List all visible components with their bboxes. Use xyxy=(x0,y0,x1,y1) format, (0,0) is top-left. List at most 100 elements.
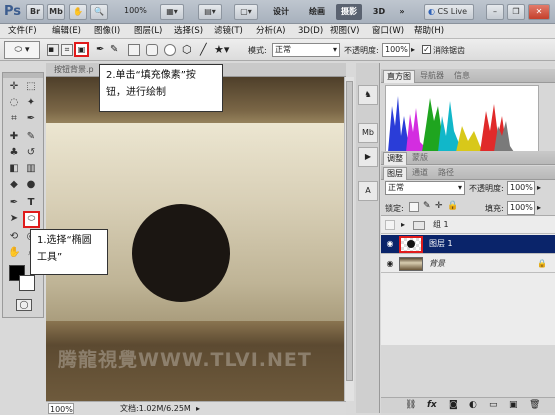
pen-icon[interactable]: ✒ xyxy=(96,44,104,55)
custom-shape-icon[interactable]: ★▾ xyxy=(214,43,229,56)
menu-filter[interactable]: 滤镜(T) xyxy=(214,25,243,38)
menu-image[interactable]: 图像(I) xyxy=(94,25,120,38)
eyedropper-icon[interactable]: ✒ xyxy=(25,113,37,125)
lock-move-icon[interactable]: ✛ xyxy=(435,201,443,211)
mini-bridge-icon[interactable]: Mb xyxy=(358,123,378,143)
menu-window[interactable]: 窗口(W) xyxy=(372,25,404,38)
workspace-more[interactable]: » xyxy=(396,4,408,20)
opacity-input[interactable]: 100% xyxy=(382,43,410,57)
bridge-button[interactable]: Br xyxy=(26,4,44,20)
menu-3d[interactable]: 3D(D) xyxy=(298,25,323,38)
history-brush-icon[interactable]: ↺ xyxy=(25,147,37,159)
blur-tool-icon[interactable]: ◆ xyxy=(8,179,20,191)
new-group-icon[interactable]: ▭ xyxy=(489,398,498,412)
clone-stamp-icon[interactable]: ♣ xyxy=(8,147,20,159)
new-layer-icon[interactable]: ▣ xyxy=(509,398,518,412)
eraser-icon[interactable]: ◧ xyxy=(8,163,20,175)
tab-adjustments[interactable]: 调整 xyxy=(383,152,407,165)
lasso-tool-icon[interactable]: ◌ xyxy=(8,97,20,109)
minimize-button[interactable]: – xyxy=(486,4,504,20)
fill-input[interactable]: 100% xyxy=(507,201,535,215)
eye-icon[interactable]: ◉ xyxy=(385,239,395,249)
ellipse-icon[interactable] xyxy=(164,44,176,56)
ellipse-tool-icon[interactable]: ⬭ xyxy=(23,211,40,228)
view-extras-button[interactable]: ▦▾ xyxy=(160,4,184,20)
menu-edit[interactable]: 编辑(E) xyxy=(52,25,81,38)
brush-tool-icon[interactable]: ✎ xyxy=(25,131,37,143)
layer-opacity-input[interactable]: 100% xyxy=(507,181,535,195)
workspace-design[interactable]: 设计 xyxy=(268,4,294,20)
healing-brush-icon[interactable]: ✚ xyxy=(8,131,20,143)
3d-rotate-icon[interactable]: ⟲ xyxy=(8,231,20,243)
zoom-icon[interactable]: 🔍 xyxy=(90,4,108,20)
menu-help[interactable]: 帮助(H) xyxy=(414,25,444,38)
menu-select[interactable]: 选择(S) xyxy=(174,25,203,38)
adjustment-layer-icon[interactable]: ◐ xyxy=(469,398,477,412)
zoom-level[interactable]: 100% xyxy=(124,6,147,15)
layer-row-background[interactable]: ◉ 背景 🔒 xyxy=(381,255,555,273)
fill-arrow-icon[interactable]: ▸ xyxy=(537,203,541,212)
hand-icon[interactable]: ✋ xyxy=(69,4,87,20)
opacity-arrow-icon[interactable]: ▸ xyxy=(411,45,415,54)
workspace-painting[interactable]: 绘画 xyxy=(304,4,330,20)
background-color-swatch[interactable] xyxy=(19,275,35,291)
menu-layer[interactable]: 图层(L) xyxy=(134,25,162,38)
quick-select-icon[interactable]: ✦ xyxy=(25,97,37,109)
status-zoom-field[interactable]: 100% xyxy=(48,403,74,414)
antialias-checkbox[interactable]: ✓ xyxy=(422,45,431,54)
menu-view[interactable]: 视图(V) xyxy=(330,25,359,38)
line-icon[interactable]: ╱ xyxy=(200,43,207,56)
freeform-pen-icon[interactable]: ✎ xyxy=(110,44,118,55)
layer-row-layer1[interactable]: ◉ 图层 1 xyxy=(381,235,555,254)
crop-tool-icon[interactable]: ⌗ xyxy=(8,113,20,125)
lock-brush-icon[interactable]: ✎ xyxy=(423,201,431,211)
tab-navigator[interactable]: 导航器 xyxy=(417,70,447,83)
polygon-icon[interactable]: ⬡ xyxy=(182,43,192,56)
lock-all-icon[interactable]: 🔒 xyxy=(447,201,458,211)
rounded-rect-icon[interactable] xyxy=(146,44,158,56)
move-tool-icon[interactable]: ✛ xyxy=(8,81,20,93)
mask-icon[interactable]: ◙ xyxy=(449,398,458,412)
tab-masks[interactable]: 蒙版 xyxy=(409,152,431,165)
character-panel-icon[interactable]: A xyxy=(358,181,378,201)
tab-layers[interactable]: 图层 xyxy=(383,167,407,180)
layer-opacity-arrow-icon[interactable]: ▸ xyxy=(537,183,541,192)
actions-panel-icon[interactable]: ▶ xyxy=(358,147,378,167)
layer-row-group[interactable]: ▸ 组 1 xyxy=(381,216,555,234)
fx-icon[interactable]: fx xyxy=(427,398,437,412)
paths-icon[interactable]: ⌗ xyxy=(61,44,73,56)
tab-paths[interactable]: 路径 xyxy=(435,167,457,180)
scroll-thumb[interactable] xyxy=(346,81,353,381)
eye-icon[interactable]: ◉ xyxy=(385,259,395,269)
link-icon[interactable]: ⛓ xyxy=(405,398,416,412)
hand-tool-icon[interactable]: ✋ xyxy=(8,247,20,259)
menu-analysis[interactable]: 分析(A) xyxy=(256,25,285,38)
type-tool-icon[interactable]: T xyxy=(25,197,37,209)
blend-mode-select[interactable]: 正常 ▾ xyxy=(385,181,465,195)
quick-mask-icon[interactable]: ◯ xyxy=(16,299,32,311)
minibridge-button[interactable]: Mb xyxy=(47,4,65,20)
status-arrow-icon[interactable]: ▸ xyxy=(196,403,200,415)
menu-file[interactable]: 文件(F) xyxy=(8,25,37,38)
marquee-tool-icon[interactable]: ⬚ xyxy=(25,81,37,93)
cs-live-button[interactable]: ◐ CS Live xyxy=(424,4,474,20)
history-panel-icon[interactable]: ♞ xyxy=(358,85,378,105)
tab-histogram[interactable]: 直方图 xyxy=(383,70,415,83)
shape-layers-icon[interactable]: ▪ xyxy=(47,44,59,56)
restore-button[interactable]: ❐ xyxy=(507,4,525,20)
lock-transparent-icon[interactable] xyxy=(409,202,419,212)
pen-tool-icon[interactable]: ✒ xyxy=(8,197,20,209)
workspace-3d[interactable]: 3D xyxy=(370,4,388,20)
vertical-scrollbar[interactable] xyxy=(344,77,354,401)
screen-mode-button[interactable]: ▢▾ xyxy=(234,4,258,20)
tool-preset-picker[interactable]: ⬭ ▾ xyxy=(4,41,40,59)
delete-layer-icon[interactable]: 🗑 xyxy=(529,398,540,412)
workspace-photography[interactable]: 摄影 xyxy=(336,4,362,20)
gradient-tool-icon[interactable]: ▥ xyxy=(25,163,37,175)
path-select-icon[interactable]: ➤ xyxy=(8,213,20,225)
rectangle-icon[interactable] xyxy=(128,44,140,56)
fill-pixels-icon[interactable]: ▣ xyxy=(74,42,89,57)
tab-info[interactable]: 信息 xyxy=(451,70,473,83)
eye-empty-icon[interactable] xyxy=(385,220,395,230)
disclosure-arrow-icon[interactable]: ▸ xyxy=(401,216,405,234)
